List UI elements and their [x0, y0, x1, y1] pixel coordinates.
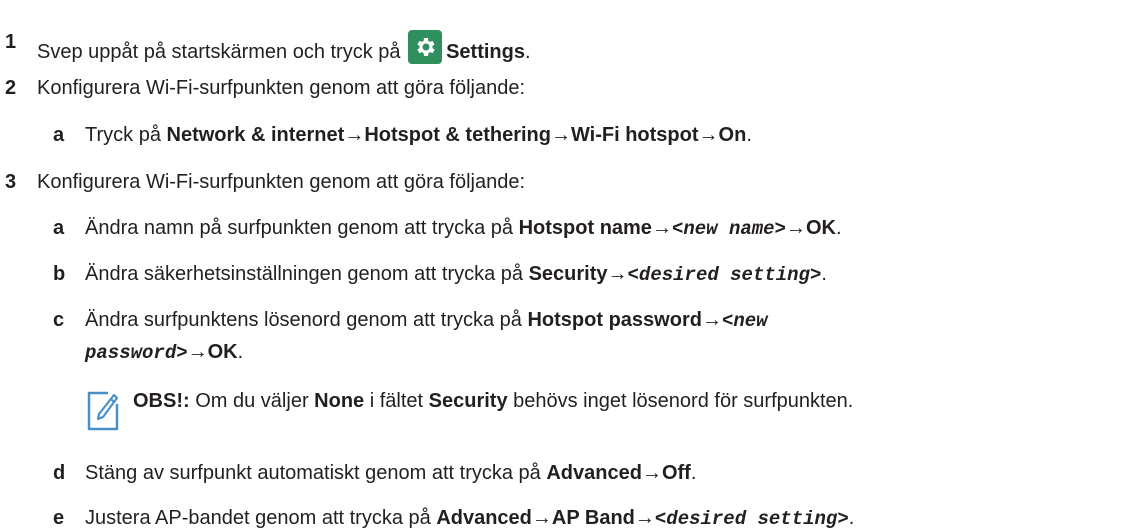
substep-letter: a	[53, 124, 65, 146]
step-number: 1	[5, 31, 17, 53]
substep-letter: d	[53, 462, 66, 484]
substep-text: Tryck på Network & internet→Hotspot & te…	[85, 124, 752, 146]
substep-text: Ändra namn på surfpunkten genom att tryc…	[85, 217, 842, 240]
note-text: OBS!: Om du väljer None i fältet Securit…	[133, 390, 854, 412]
substep-text: Justera AP-bandet genom att trycka på Ad…	[85, 507, 855, 530]
note-pencil-icon	[87, 391, 119, 431]
substep-text: Ändra säkerhetsinställningen genom att t…	[85, 263, 827, 286]
substep-letter: b	[53, 263, 66, 285]
step-text: Svep uppåt på startskärmen och tryck på …	[37, 30, 531, 64]
substep-letter: c	[53, 309, 65, 331]
step-number: 2	[5, 77, 17, 99]
substep-text: password>→OK.	[85, 341, 244, 364]
step-number: 3	[5, 171, 17, 193]
substep-letter: a	[53, 217, 65, 239]
note-label: OBS!:	[133, 390, 190, 412]
step-text: Konfigurera Wi-Fi-surfpunkten genom att …	[37, 171, 526, 193]
step-text: Konfigurera Wi-Fi-surfpunkten genom att …	[37, 77, 526, 99]
substep-text: Ändra surfpunktens lösenord genom att tr…	[85, 309, 768, 332]
substep-letter: e	[53, 507, 65, 529]
substep-text: Stäng av surfpunkt automatiskt genom att…	[85, 462, 697, 484]
settings-gear-icon	[408, 30, 443, 64]
